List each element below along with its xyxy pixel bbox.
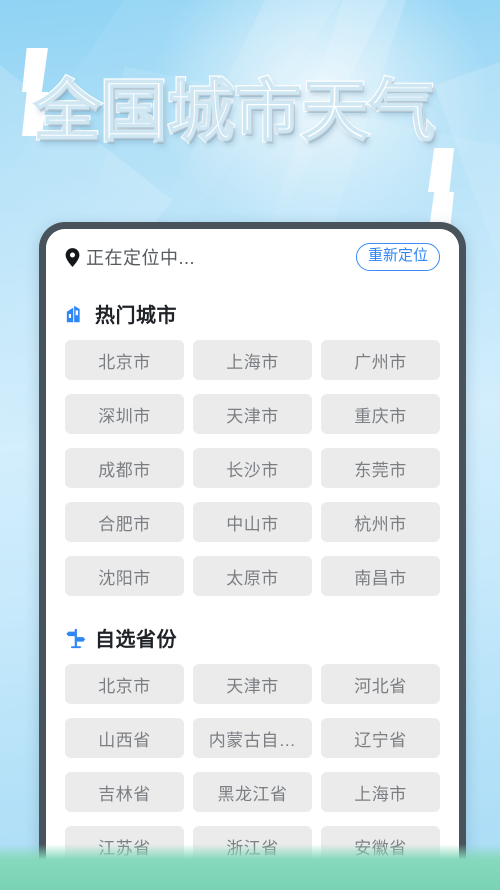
location-bar: 正在定位中... 重新定位 [65, 231, 440, 283]
hot-city-chip[interactable]: 长沙市 [193, 448, 312, 488]
hot-city-chip[interactable]: 中山市 [193, 502, 312, 542]
provinces-title: 自选省份 [95, 629, 177, 651]
page-title-outline: 全国城市天气 [33, 74, 436, 148]
hot-city-chip[interactable]: 成都市 [65, 448, 184, 488]
province-chip[interactable]: 上海市 [321, 772, 440, 812]
hot-city-chip[interactable]: 北京市 [65, 340, 184, 380]
province-chip[interactable]: 黑龙江省 [193, 772, 312, 812]
card-content: 正在定位中... 重新定位 热门城市 北京市 上海市 广州市 深圳市 天津市 重庆市 成都市… [46, 229, 459, 890]
hot-city-chip[interactable]: 太原市 [193, 556, 312, 596]
hot-city-chip[interactable]: 东莞市 [321, 448, 440, 488]
province-chip[interactable]: 辽宁省 [321, 718, 440, 758]
hot-city-chip[interactable]: 杭州市 [321, 502, 440, 542]
province-chip[interactable]: 天津市 [193, 664, 312, 704]
signpost-icon [66, 628, 86, 648]
hot-city-chip[interactable]: 天津市 [193, 394, 312, 434]
phone-card: 正在定位中... 重新定位 热门城市 北京市 上海市 广州市 深圳市 天津市 重庆市 成都市… [39, 222, 466, 890]
hot-city-chip[interactable]: 深圳市 [65, 394, 184, 434]
hot-city-chip[interactable]: 重庆市 [321, 394, 440, 434]
hot-city-chip[interactable]: 南昌市 [321, 556, 440, 596]
hot-city-chip[interactable]: 广州市 [321, 340, 440, 380]
hot-city-chip[interactable]: 上海市 [193, 340, 312, 380]
building-icon [66, 305, 80, 322]
location-status-text: 正在定位中... [86, 248, 196, 268]
province-chip[interactable]: 北京市 [65, 664, 184, 704]
map-pin-icon [65, 247, 80, 267]
province-chip[interactable]: 吉林省 [65, 772, 184, 812]
provinces-header: 自选省份 [65, 623, 440, 652]
province-chip[interactable]: 内蒙古自… [193, 718, 312, 758]
province-chip[interactable]: 浙江省 [193, 826, 312, 866]
app-root: 全国城市天气 全国城市天气 正在定位中... 重新定位 热门城市 北京市 上海市… [0, 0, 500, 890]
hot-city-chip[interactable]: 沈阳市 [65, 556, 184, 596]
province-chip[interactable]: 山西省 [65, 718, 184, 758]
hot-cities-grid: 北京市 上海市 广州市深圳市 天津市 重庆市成都市 长沙市 东莞市合肥市 中山市 杭州市沈阳市太… [65, 340, 440, 596]
hero-banner: 全国城市天气 全国城市天气 [0, 0, 500, 236]
province-chip[interactable]: 安徽省 [321, 826, 440, 866]
province-chip[interactable]: 河北省 [321, 664, 440, 704]
hot-cities-title: 热门城市 [95, 305, 177, 327]
hot-city-chip[interactable]: 合肥市 [65, 502, 184, 542]
relocate-button[interactable]: 重新定位 [355, 243, 440, 271]
province-chip[interactable]: 江苏省 [65, 826, 184, 866]
provinces-grid: 北京市 天津市 河北省山西省 内蒙古自… 辽宁省吉林省 黑龙江省 上海市江苏省 浙江省 安徽省 [65, 664, 440, 866]
hot-cities-header: 热门城市 [65, 299, 440, 328]
page-title: 全国城市天气 全国城市天气 [32, 74, 437, 148]
